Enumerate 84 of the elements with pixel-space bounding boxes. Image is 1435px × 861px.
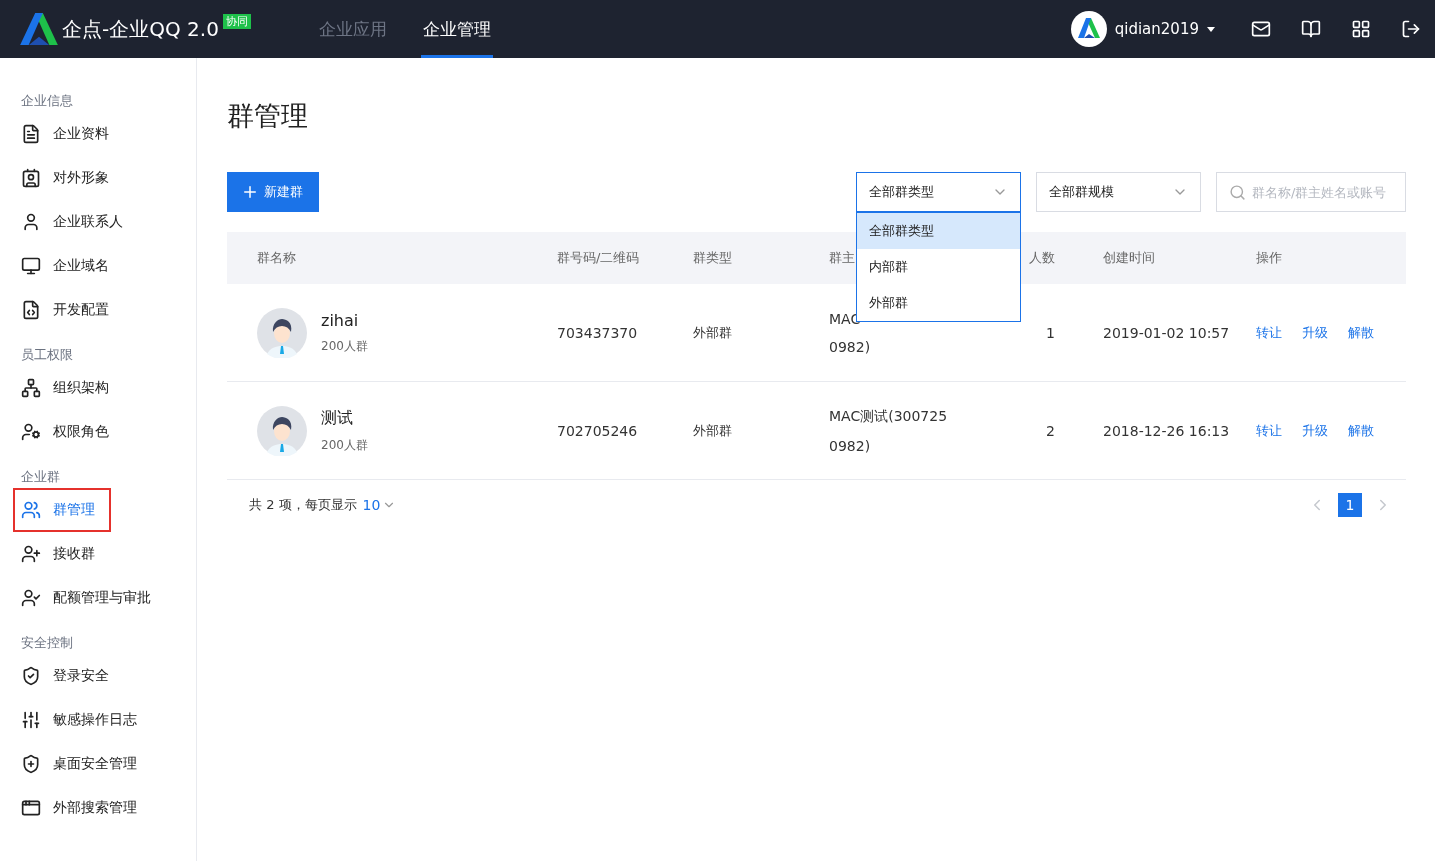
user-menu[interactable]: qidian2019 [1070, 11, 1215, 47]
action-link[interactable]: 转让 [1256, 323, 1282, 342]
size-select[interactable]: 全部群规模 [1036, 172, 1201, 212]
table-cell-text: 703437370 [557, 324, 639, 341]
sidebar-section-title: 企业信息 [20, 92, 74, 110]
group-size: 200人群 [321, 436, 368, 454]
owner-text: 0982) [829, 338, 872, 355]
table-cell-text: 2 [1045, 422, 1055, 439]
user-avatar [1070, 11, 1107, 47]
sidebar-item[interactable]: 配额管理与审批 [13, 576, 189, 620]
column-header: 创建时间 [1103, 250, 1155, 265]
group-name: zihai [321, 310, 360, 330]
column-header: 群类型 [693, 250, 732, 265]
action-link[interactable]: 解散 [1348, 323, 1374, 342]
sidebar-item[interactable]: 敏感操作日志 [13, 698, 189, 742]
brand-name: 企点-企业QQ 2.0 [62, 15, 219, 43]
table-cell-text: 外部群 [693, 421, 733, 440]
code-file-icon [21, 300, 41, 320]
grid-icon[interactable] [1351, 19, 1371, 39]
type-select[interactable]: 全部群类型 [856, 172, 1021, 212]
column-header: 人数 [1029, 250, 1055, 265]
column-header: 操作 [1256, 250, 1282, 265]
sidebar-item[interactable]: 企业联系人 [13, 200, 189, 244]
dropdown-option[interactable]: 全部群类型 [857, 213, 1020, 249]
sidebar-item[interactable]: 组织架构 [13, 366, 189, 410]
avatar-placeholder [257, 405, 307, 456]
caret-icon [1207, 26, 1215, 32]
sidebar-item[interactable]: 权限角色 [13, 410, 189, 454]
shield-plus-icon [21, 754, 41, 774]
search-field[interactable]: 群名称/群主姓名或账号 [1216, 172, 1406, 212]
table-cell-text: 2018-12-26 16:13 [1102, 422, 1231, 439]
user-check-icon [21, 588, 41, 608]
sidebar-item[interactable]: 外部搜索管理 [13, 786, 189, 830]
page-size-select[interactable]: 10 [362, 497, 397, 513]
owner-text: 0982) [829, 437, 872, 454]
mail-icon[interactable] [1251, 19, 1271, 39]
window-icon [21, 798, 41, 818]
search-icon [1229, 183, 1246, 201]
sidebar-item[interactable]: 对外形象 [13, 156, 189, 200]
logout-icon[interactable] [1401, 19, 1421, 39]
sliders-icon [21, 710, 41, 730]
avatar-placeholder [257, 307, 307, 358]
table-cell-text: 702705246 [557, 422, 639, 439]
column-header: 群号码/二维码 [557, 250, 640, 265]
sidebar-item[interactable]: 接收群 [13, 532, 189, 576]
action-link[interactable]: 升级 [1302, 323, 1328, 342]
sidebar-section-title: 员工权限 [20, 346, 74, 364]
user-gear-icon [21, 422, 41, 442]
sidebar-item[interactable]: 开发配置 [13, 288, 189, 332]
document-icon [21, 124, 41, 144]
hierarchy-icon [21, 378, 41, 398]
sidebar-section-title: 安全控制 [20, 634, 74, 652]
table-cell-text: 1 [1045, 324, 1055, 341]
users-icon [21, 500, 41, 520]
action-link[interactable]: 解散 [1348, 421, 1374, 440]
page-title: 群管理 [227, 99, 309, 133]
id-card-icon [21, 168, 41, 188]
pagination-summary: 共 2 项，每页显示 [249, 496, 357, 514]
user-plus-icon [21, 544, 41, 564]
monitor-icon [21, 256, 41, 276]
sidebar-item[interactable]: 企业域名 [13, 244, 189, 288]
column-header: 群主 [829, 250, 855, 265]
brand-badge: 协同 [222, 14, 251, 29]
plus-icon [241, 183, 259, 201]
column-header: 群名称 [257, 250, 296, 265]
owner-text: MAC测试(300725 [829, 407, 949, 426]
logo-icon [20, 12, 58, 46]
sidebar-item[interactable]: 桌面安全管理 [13, 742, 189, 786]
nav-tab[interactable]: 企业管理 [421, 0, 493, 58]
sidebar-item[interactable]: 登录安全 [13, 654, 189, 698]
group-name: 测试 [321, 407, 354, 429]
page-button[interactable]: 1 [1338, 493, 1362, 517]
sidebar-item[interactable]: 群管理 [13, 488, 111, 532]
sidebar-item[interactable]: 企业资料 [13, 112, 189, 156]
table-cell-text: 外部群 [693, 323, 733, 342]
person-icon [21, 212, 41, 232]
shield-check-icon [21, 666, 41, 686]
table-cell-text: 2019-01-02 10:57 [1102, 324, 1231, 341]
sidebar-section-title: 企业群 [20, 468, 61, 486]
book-icon[interactable] [1301, 19, 1321, 39]
action-link[interactable]: 升级 [1302, 421, 1328, 440]
group-size: 200人群 [321, 337, 368, 355]
new-group-button[interactable]: 新建群 [227, 172, 319, 212]
action-link[interactable]: 转让 [1256, 421, 1282, 440]
